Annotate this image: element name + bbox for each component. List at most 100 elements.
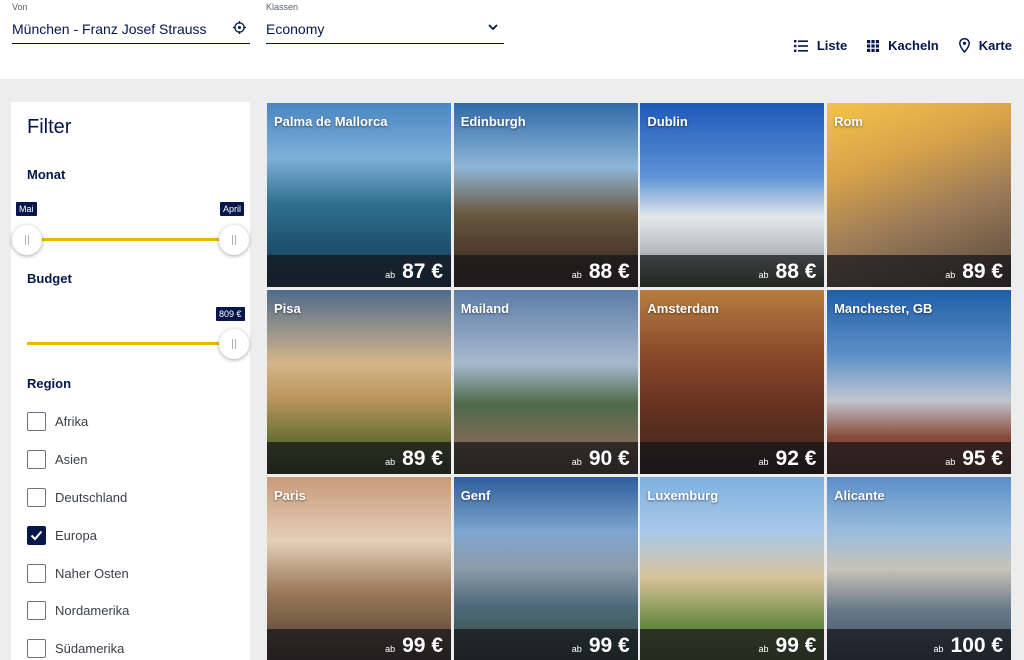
budget-value-tag: 809 € xyxy=(216,307,245,321)
price-prefix: ab xyxy=(945,270,956,280)
month-from-tag: Mai xyxy=(16,202,37,216)
locate-icon[interactable] xyxy=(233,21,246,34)
destination-city: Genf xyxy=(460,488,491,503)
grid-icon xyxy=(867,39,880,52)
region-checkbox[interactable] xyxy=(27,601,46,620)
price-amount: 89 € xyxy=(962,260,1004,283)
region-option-label: Europa xyxy=(55,528,97,543)
region-option[interactable]: Naher Osten xyxy=(27,564,129,583)
destination-tile[interactable]: Alicante ab 100 € xyxy=(827,477,1012,660)
destination-city: Mailand xyxy=(460,301,510,316)
destination-city: Pisa xyxy=(274,301,301,316)
price-amount: 87 € xyxy=(402,260,443,283)
region-option[interactable]: Südamerika xyxy=(27,639,124,658)
destination-tile[interactable]: Mailand ab 90 € xyxy=(453,290,638,474)
price-amount: 99 € xyxy=(588,634,630,657)
price-amount: 100 € xyxy=(950,634,1004,657)
destination-price: ab 87 € xyxy=(385,260,443,284)
origin-value[interactable]: München - Franz Josef Strauss xyxy=(12,21,207,37)
price-prefix: ab xyxy=(758,270,769,280)
destination-price: ab 99 € xyxy=(572,634,630,658)
checkmark-icon xyxy=(30,530,43,541)
price-prefix: ab xyxy=(945,457,956,467)
price-amount: 99 € xyxy=(402,634,443,657)
destination-tile[interactable]: Amsterdam ab 92 € xyxy=(640,290,825,474)
destination-tile[interactable]: Rom ab 89 € xyxy=(827,103,1012,287)
budget-track[interactable] xyxy=(27,342,234,345)
class-value[interactable]: Economy xyxy=(266,21,324,37)
view-switcher: Liste Kacheln Karte xyxy=(793,38,1012,53)
destination-price: ab 90 € xyxy=(572,447,630,471)
destination-city: Amsterdam xyxy=(647,301,719,316)
budget-title: Budget xyxy=(27,271,72,286)
region-title: Region xyxy=(27,376,72,391)
destination-city: Manchester, GB xyxy=(834,301,933,316)
month-range-track[interactable] xyxy=(27,238,234,241)
region-checkbox[interactable] xyxy=(27,639,46,658)
region-option[interactable]: Asien xyxy=(27,450,88,469)
destination-tile[interactable]: Edinburgh ab 88 € xyxy=(453,103,638,287)
destination-tile[interactable]: Dublin ab 88 € xyxy=(640,103,825,287)
price-prefix: ab xyxy=(758,644,769,654)
destination-tile[interactable]: Palma de Mallorca ab 87 € xyxy=(267,103,451,287)
month-to-tag: April xyxy=(220,202,245,216)
price-prefix: ab xyxy=(758,457,769,467)
destination-price: ab 89 € xyxy=(385,447,443,471)
price-amount: 95 € xyxy=(962,447,1004,470)
region-option-label: Asien xyxy=(55,452,88,467)
class-underline xyxy=(266,43,504,44)
price-prefix: ab xyxy=(385,270,396,280)
destination-tile[interactable]: Pisa ab 89 € xyxy=(267,290,451,474)
view-tiles-label: Kacheln xyxy=(888,38,939,53)
destination-price: ab 95 € xyxy=(945,447,1003,471)
destination-price: ab 89 € xyxy=(945,260,1003,284)
price-amount: 88 € xyxy=(588,260,630,283)
region-checkbox[interactable] xyxy=(27,488,46,507)
region-option[interactable]: Afrika xyxy=(27,412,88,431)
price-amount: 88 € xyxy=(775,260,817,283)
price-prefix: ab xyxy=(933,644,944,654)
chevron-down-icon[interactable] xyxy=(488,23,498,31)
price-prefix: ab xyxy=(385,644,396,654)
region-option[interactable]: Nordamerika xyxy=(27,601,129,620)
search-header: Von München - Franz Josef Strauss Klasse… xyxy=(0,0,1024,79)
destination-price: ab 88 € xyxy=(572,260,630,284)
view-tiles-button[interactable]: Kacheln xyxy=(867,38,939,53)
destination-tile[interactable]: Genf ab 99 € xyxy=(453,477,638,660)
region-option[interactable]: Deutschland xyxy=(27,488,127,507)
destination-city: Dublin xyxy=(647,114,688,129)
price-prefix: ab xyxy=(571,644,582,654)
destination-tile[interactable]: Luxemburg ab 99 € xyxy=(640,477,825,660)
region-option-label: Südamerika xyxy=(55,641,125,656)
region-option-label: Nordamerika xyxy=(55,603,130,618)
destination-city: Rom xyxy=(834,114,863,129)
price-amount: 90 € xyxy=(588,447,630,470)
month-to-handle[interactable] xyxy=(219,225,249,255)
price-prefix: ab xyxy=(571,270,582,280)
view-map-button[interactable]: Karte xyxy=(958,38,1012,53)
region-checkbox[interactable] xyxy=(27,412,46,431)
region-checkbox[interactable] xyxy=(27,564,46,583)
filter-title: Filter xyxy=(27,116,72,138)
budget-handle[interactable] xyxy=(219,329,249,359)
destination-city: Edinburgh xyxy=(460,114,526,129)
region-checkbox[interactable] xyxy=(27,450,46,469)
price-prefix: ab xyxy=(385,457,396,467)
destination-tile[interactable]: Paris ab 99 € xyxy=(267,477,451,660)
month-from-handle[interactable] xyxy=(12,225,42,255)
price-amount: 89 € xyxy=(402,447,443,470)
map-pin-icon xyxy=(958,38,970,53)
origin-label: Von xyxy=(12,2,28,12)
region-option-label: Deutschland xyxy=(55,490,128,505)
price-prefix: ab xyxy=(571,457,582,467)
destination-tile[interactable]: Manchester, GB ab 95 € xyxy=(827,290,1012,474)
view-list-label: Liste xyxy=(816,38,848,53)
destination-price: ab 99 € xyxy=(759,634,817,658)
destination-city: Palma de Mallorca xyxy=(274,114,388,129)
region-checkbox[interactable] xyxy=(27,526,46,545)
view-list-button[interactable]: Liste xyxy=(793,38,848,53)
origin-underline xyxy=(12,43,250,44)
region-option[interactable]: Europa xyxy=(27,526,97,545)
destination-price: ab 88 € xyxy=(759,260,817,284)
destination-city: Luxemburg xyxy=(647,488,719,503)
